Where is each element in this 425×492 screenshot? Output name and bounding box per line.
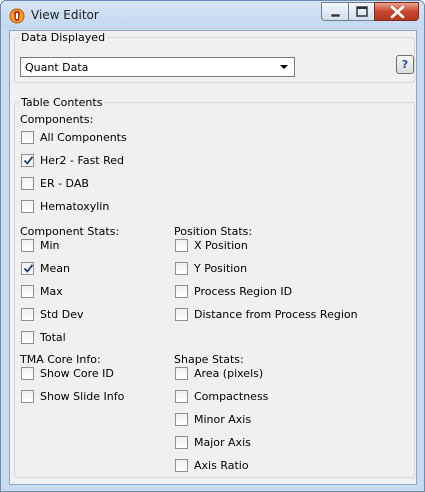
checkbox-label: All Components — [40, 131, 127, 144]
checkbox-box[interactable] — [175, 413, 188, 426]
checkbox-label: ER - DAB — [40, 177, 89, 190]
checkbox-box[interactable] — [21, 331, 34, 344]
checkbox-label: Area (pixels) — [194, 367, 264, 380]
checkbox-label: Minor Axis — [194, 413, 252, 426]
checkbox-label: Axis Ratio — [194, 459, 249, 472]
checkbox-label: Major Axis — [194, 436, 251, 449]
app-logo-icon — [9, 8, 25, 24]
maximize-button[interactable] — [348, 2, 375, 21]
table-contents-label: Table Contents — [19, 96, 105, 109]
window-title: View Editor — [31, 8, 99, 22]
position-stats-label: Position Stats: — [174, 225, 253, 238]
checkbox-box[interactable] — [21, 285, 34, 298]
checkbox-box[interactable] — [175, 436, 188, 449]
minimize-icon — [330, 13, 341, 18]
checkbox-box[interactable] — [21, 239, 34, 252]
data-displayed-value: Quant Data — [25, 61, 89, 74]
editor-client-area: Data Displayed Quant Data ? Table Conten… — [9, 30, 417, 485]
checkbox-label: X Position — [194, 239, 248, 252]
checkbox-box[interactable] — [21, 200, 34, 213]
help-button[interactable]: ? — [396, 55, 414, 74]
checkbox-label: Std Dev — [40, 308, 84, 321]
shape-stats-label: Shape Stats: — [174, 353, 244, 366]
checkbox-box[interactable] — [21, 154, 34, 167]
checkbox-label: Show Slide Info — [40, 390, 125, 403]
checkbox-box[interactable] — [175, 367, 188, 380]
checkbox-label: Total — [40, 331, 66, 344]
minimize-button[interactable] — [321, 2, 349, 21]
checkbox-box[interactable] — [175, 239, 188, 252]
checkbox-box[interactable] — [21, 308, 34, 321]
checkbox-label: Y Position — [194, 262, 248, 275]
components-label: Components: — [20, 113, 94, 126]
checkbox-box[interactable] — [175, 262, 188, 275]
checkbox-box[interactable] — [175, 390, 188, 403]
checkbox-label: Process Region ID — [194, 285, 293, 298]
checkbox-label: Her2 - Fast Red — [40, 154, 125, 167]
close-icon — [390, 5, 405, 19]
checkbox-box[interactable] — [21, 177, 34, 190]
checkbox-box[interactable] — [21, 367, 34, 380]
checkbox-label: Hematoxylin — [40, 200, 110, 213]
data-displayed-label: Data Displayed — [19, 31, 108, 44]
checkbox-label: Min — [40, 239, 60, 252]
close-button[interactable] — [374, 2, 419, 21]
maximize-icon — [356, 6, 368, 17]
checkbox-box[interactable] — [21, 262, 34, 275]
checkbox-box[interactable] — [175, 308, 188, 321]
checkbox-label: Max — [40, 285, 63, 298]
chevron-down-icon — [280, 65, 288, 69]
checkmark-icon — [23, 156, 34, 165]
checkmark-icon — [23, 264, 34, 273]
checkbox-label: Show Core ID — [40, 367, 114, 380]
checkbox-label: Mean — [40, 262, 70, 275]
title-bar[interactable]: View Editor — [1, 1, 424, 29]
checkbox-box[interactable] — [21, 131, 34, 144]
checkbox-label: Distance from Process Region — [194, 308, 358, 321]
checkbox-label: Compactness — [194, 390, 269, 403]
tma-core-info-label: TMA Core Info: — [20, 353, 101, 366]
checkbox-box[interactable] — [21, 390, 34, 403]
data-displayed-select[interactable]: Quant Data — [20, 57, 295, 77]
checkbox-box[interactable] — [175, 285, 188, 298]
component-stats-label: Component Stats: — [20, 225, 120, 238]
checkbox-box[interactable] — [175, 459, 188, 472]
view-editor-window: View Editor Data Displayed Quant Data ? — [0, 0, 425, 492]
